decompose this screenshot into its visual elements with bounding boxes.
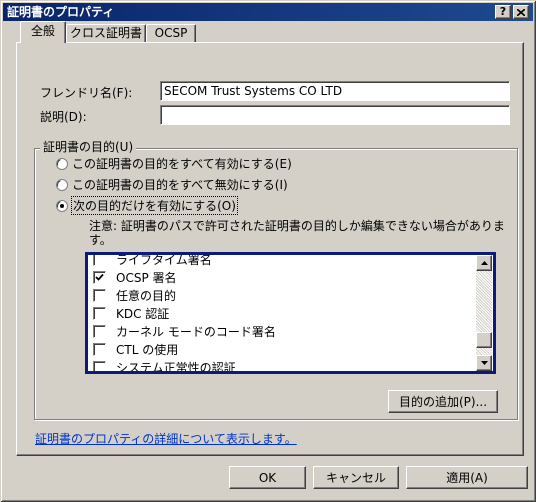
checkbox[interactable] xyxy=(93,270,106,284)
tab-ocsp-label: OCSP xyxy=(154,26,188,40)
scroll-down-icon xyxy=(480,361,488,365)
list-item-label: ライフタイム署名 xyxy=(116,255,212,267)
tab-cross-certificates[interactable]: クロス証明書 xyxy=(66,24,146,43)
checkbox[interactable] xyxy=(93,306,106,320)
apply-button[interactable]: 適用(A) xyxy=(406,466,528,489)
checkbox[interactable] xyxy=(93,255,106,266)
add-purpose-button[interactable]: 目的の追加(P)... xyxy=(388,390,498,413)
list-item[interactable]: システム正常性の認証 xyxy=(88,358,476,371)
list-item-label: OCSP 署名 xyxy=(116,270,177,285)
description-label: 説明(D): xyxy=(40,110,87,124)
purposes-note: 注意: 証明書のパスで許可された証明書の目的しか編集できない場合があります。 xyxy=(89,219,505,247)
list-scrollbar[interactable] xyxy=(476,255,492,371)
checkbox[interactable] xyxy=(93,324,106,338)
title-bar[interactable]: 証明書のプロパティ ? xyxy=(3,3,533,21)
list-item[interactable]: ライフタイム署名 xyxy=(88,255,476,268)
radio-icon xyxy=(56,199,68,212)
list-item[interactable]: 任意の目的 xyxy=(88,286,476,304)
list-item-label: カーネル モードのコード署名 xyxy=(116,324,276,339)
tab-ocsp[interactable]: OCSP xyxy=(146,24,196,43)
list-item[interactable]: OCSP 署名 xyxy=(88,268,476,286)
radio-enable-selected-label: 次の目的だけを有効にする(O) xyxy=(71,196,238,215)
list-item[interactable]: CTL の使用 xyxy=(88,340,476,358)
tab-general[interactable]: 全般 xyxy=(20,21,66,43)
ok-button-label: OK xyxy=(258,470,277,485)
purposes-group-label: 証明書の目的(U) xyxy=(40,140,137,155)
friendly-name-label: フレンドリ名(F): xyxy=(40,86,133,100)
purposes-list[interactable]: ライフタイム署名 OCSP 署名 任意の目的 KDC 認証 カーネル モードのコ… xyxy=(85,252,496,374)
radio-icon xyxy=(56,178,68,191)
tab-cross-certificates-label: クロス証明書 xyxy=(69,26,142,40)
description-input[interactable] xyxy=(160,105,510,125)
radio-enable-selected[interactable]: 次の目的だけを有効にする(O) xyxy=(56,196,238,215)
tab-general-label: 全般 xyxy=(30,24,55,38)
list-item-label: 任意の目的 xyxy=(116,288,177,303)
radio-enable-all-label: この証明書の目的をすべて有効にする(E) xyxy=(72,157,292,171)
window-title: 証明書のプロパティ xyxy=(7,5,115,19)
list-item-label: KDC 認証 xyxy=(116,306,170,321)
radio-dot xyxy=(60,203,64,208)
checkmark-icon xyxy=(95,273,104,281)
checkbox[interactable] xyxy=(93,342,106,356)
list-item-label: システム正常性の認証 xyxy=(116,360,236,372)
list-item[interactable]: カーネル モードのコード署名 xyxy=(88,322,476,340)
checkbox[interactable] xyxy=(93,360,106,371)
scroll-up-button[interactable] xyxy=(476,255,492,271)
ok-button[interactable]: OK xyxy=(229,466,306,489)
scroll-thumb[interactable] xyxy=(476,332,492,349)
checkbox[interactable] xyxy=(93,288,106,302)
help-button[interactable]: ? xyxy=(495,5,511,19)
radio-enable-all[interactable]: この証明書の目的をすべて有効にする(E) xyxy=(56,156,292,171)
cancel-button-label: キャンセル xyxy=(325,471,386,485)
list-item-label: CTL の使用 xyxy=(116,342,179,357)
radio-disable-all[interactable]: この証明書の目的をすべて無効にする(I) xyxy=(56,177,288,192)
certificate-properties-dialog: 証明書のプロパティ ? 全般 クロス証明書 OCSP フレンドリ名(F): 説明… xyxy=(0,0,536,502)
list-item[interactable]: KDC 認証 xyxy=(88,304,476,322)
radio-disable-all-label: この証明書の目的をすべて無効にする(I) xyxy=(72,178,288,192)
scroll-down-button[interactable] xyxy=(476,355,492,371)
close-button[interactable] xyxy=(513,5,529,19)
help-button-label: ? xyxy=(499,5,507,18)
cancel-button[interactable]: キャンセル xyxy=(313,466,399,489)
help-link[interactable]: 証明書のプロパティの詳細について表示します。 xyxy=(35,430,297,447)
radio-icon xyxy=(56,157,68,170)
close-icon xyxy=(517,8,525,16)
add-purpose-button-label: 目的の追加(P)... xyxy=(398,395,488,409)
purposes-list-viewport: ライフタイム署名 OCSP 署名 任意の目的 KDC 認証 カーネル モードのコ… xyxy=(88,255,476,371)
apply-button-label: 適用(A) xyxy=(446,471,488,485)
scroll-up-icon xyxy=(480,261,488,265)
friendly-name-input[interactable] xyxy=(160,81,510,101)
